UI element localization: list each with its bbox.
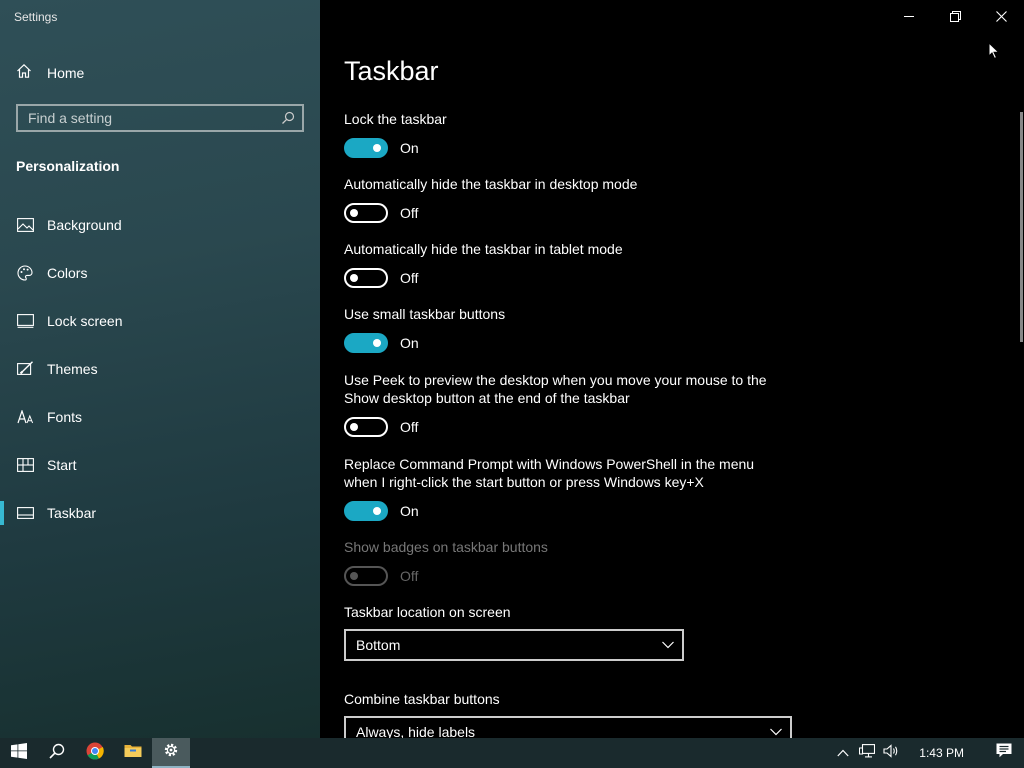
toggle-state: On xyxy=(400,335,419,351)
search-input[interactable] xyxy=(18,105,274,131)
location-label: Taskbar location on screen xyxy=(344,604,511,620)
sidebar-item-background[interactable]: Background xyxy=(0,201,320,249)
combine-dropdown[interactable]: Always, hide labels xyxy=(344,716,792,738)
window-controls xyxy=(886,0,1024,32)
toggle-state: Off xyxy=(400,270,419,286)
badges-toggle: Off xyxy=(344,566,418,586)
sidebar-item-label: Taskbar xyxy=(47,505,97,521)
toggle-switch[interactable] xyxy=(344,138,388,158)
powershell-toggle[interactable]: On xyxy=(344,501,419,521)
scrollbar[interactable] xyxy=(1020,112,1023,342)
speaker-icon xyxy=(883,743,899,763)
brush-icon xyxy=(16,360,34,378)
toggle-state: Off xyxy=(400,205,419,221)
chevron-down-icon xyxy=(662,636,674,654)
notifications-icon xyxy=(996,743,1012,763)
volume-button[interactable] xyxy=(879,738,903,768)
setting-label-peek: Use Peek to preview the desktop when you… xyxy=(344,372,767,406)
file-explorer-icon xyxy=(124,743,142,763)
sidebar-item-colors[interactable]: Colors xyxy=(0,249,320,297)
combine-label: Combine taskbar buttons xyxy=(344,691,500,707)
settings-gear-icon xyxy=(163,742,179,763)
taskbar-clock[interactable]: 1:43 PM xyxy=(919,746,964,760)
home-label: Home xyxy=(47,65,85,81)
taskbar-chrome-button[interactable] xyxy=(76,738,114,768)
taskbar-icon xyxy=(16,504,34,522)
home-link[interactable]: Home xyxy=(16,62,84,84)
toggle-state: On xyxy=(400,503,419,519)
toggle-state: Off xyxy=(400,568,419,584)
network-icon xyxy=(859,743,876,763)
sidebar-item-label: Colors xyxy=(47,265,88,281)
windows-taskbar: 1:43 PM xyxy=(0,738,1024,768)
toggle-switch[interactable] xyxy=(344,417,388,437)
setting-label-small-buttons: Use small taskbar buttons xyxy=(344,306,506,322)
toggle-switch[interactable] xyxy=(344,268,388,288)
location-value: Bottom xyxy=(356,637,401,653)
close-button[interactable] xyxy=(978,0,1024,32)
sidebar-item-themes[interactable]: Themes xyxy=(0,345,320,393)
home-icon xyxy=(16,63,32,84)
chevron-down-icon xyxy=(770,723,782,738)
restore-button[interactable] xyxy=(932,0,978,32)
setting-label-powershell: Replace Command Prompt with Windows Powe… xyxy=(344,456,755,490)
main-pane: Taskbar Lock the taskbar On Automaticall… xyxy=(320,0,1024,738)
chevron-up-icon xyxy=(837,744,849,762)
minimize-button[interactable] xyxy=(886,0,932,32)
lock-screen-icon xyxy=(16,312,34,330)
sidebar-item-label: Themes xyxy=(47,361,98,377)
search-box[interactable] xyxy=(16,104,304,132)
peek-toggle[interactable]: Off xyxy=(344,417,418,437)
sidebar-item-start[interactable]: Start xyxy=(0,441,320,489)
setting-label-lock-taskbar: Lock the taskbar xyxy=(344,111,447,127)
picture-icon xyxy=(16,216,34,234)
section-title: Personalization xyxy=(16,158,120,174)
font-icon xyxy=(16,408,34,426)
autohide-tablet-toggle[interactable]: Off xyxy=(344,268,418,288)
start-button[interactable] xyxy=(0,738,38,768)
page-title: Taskbar xyxy=(344,56,439,86)
system-tray: 1:43 PM xyxy=(831,738,1024,768)
location-dropdown[interactable]: Bottom xyxy=(344,629,684,661)
toggle-switch[interactable] xyxy=(344,333,388,353)
setting-label-badges: Show badges on taskbar buttons xyxy=(344,539,548,555)
toggle-state: On xyxy=(400,140,419,156)
sidebar-item-label: Start xyxy=(47,457,77,473)
sidebar-item-lock-screen[interactable]: Lock screen xyxy=(0,297,320,345)
toggle-switch[interactable] xyxy=(344,203,388,223)
sidebar: Settings Home Personalization Background… xyxy=(0,0,320,738)
show-hidden-icons-button[interactable] xyxy=(831,738,855,768)
chrome-icon xyxy=(86,742,104,765)
nav-list: Background Colors Lock screen Themes Fon… xyxy=(0,201,320,537)
sidebar-item-label: Lock screen xyxy=(47,313,123,329)
toggle-state: Off xyxy=(400,419,419,435)
combine-value: Always, hide labels xyxy=(356,724,476,738)
app-title: Settings xyxy=(14,10,58,24)
search-icon[interactable] xyxy=(274,111,302,125)
sidebar-item-label: Fonts xyxy=(47,409,83,425)
autohide-desktop-toggle[interactable]: Off xyxy=(344,203,418,223)
action-center-button[interactable] xyxy=(984,738,1024,768)
small-buttons-toggle[interactable]: On xyxy=(344,333,419,353)
sidebar-item-taskbar[interactable]: Taskbar xyxy=(0,489,320,537)
windows-start-icon xyxy=(11,742,27,764)
sidebar-item-label: Background xyxy=(47,217,122,233)
toggle-switch[interactable] xyxy=(344,501,388,521)
setting-label-autohide-desktop: Automatically hide the taskbar in deskto… xyxy=(344,176,638,192)
setting-label-autohide-tablet: Automatically hide the taskbar in tablet… xyxy=(344,241,623,257)
toggle-switch xyxy=(344,566,388,586)
search-icon xyxy=(49,743,65,764)
taskbar-file-explorer-button[interactable] xyxy=(114,738,152,768)
lock-taskbar-toggle[interactable]: On xyxy=(344,138,419,158)
taskbar-settings-button[interactable] xyxy=(152,738,190,768)
palette-icon xyxy=(16,264,34,282)
sidebar-item-fonts[interactable]: Fonts xyxy=(0,393,320,441)
taskbar-search-button[interactable] xyxy=(38,738,76,768)
start-tiles-icon xyxy=(16,456,34,474)
mouse-cursor-icon xyxy=(988,41,1000,65)
network-button[interactable] xyxy=(855,738,879,768)
